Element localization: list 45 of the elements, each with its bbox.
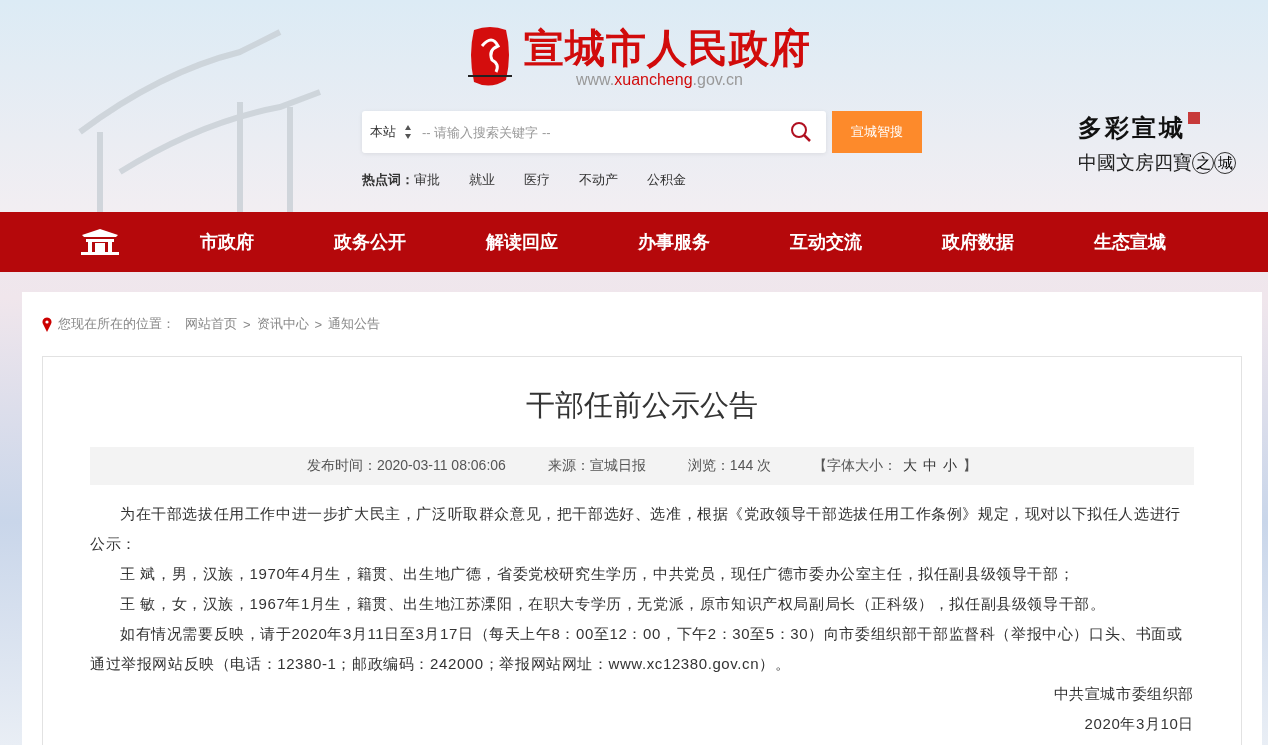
breadcrumb-link[interactable]: 通知公告 (328, 315, 381, 333)
breadcrumb-link[interactable]: 资讯中心 (256, 315, 309, 333)
hot-word-link[interactable]: 医疗 (524, 171, 550, 189)
article-source: 来源：宣城日报 (547, 457, 646, 475)
sort-arrows-icon (404, 124, 412, 140)
breadcrumb-link[interactable]: 网站首页 (185, 315, 237, 333)
font-size-link[interactable]: 大 (903, 457, 918, 475)
hot-word-link[interactable]: 公积金 (647, 171, 686, 189)
nav-link[interactable]: 生态宣城 (1094, 230, 1166, 254)
font-size-link[interactable]: 中 (923, 457, 938, 475)
breadcrumb-separator: > (314, 316, 323, 332)
search-icon[interactable] (790, 121, 812, 143)
breadcrumb-separator: > (243, 316, 251, 332)
article-date: 2020年3月10日 (1083, 714, 1194, 734)
font-size-label: 【字体大小： (813, 457, 898, 475)
site-title: 宣城市人民政府 (524, 25, 811, 71)
slogan-title: 多彩宣城 (1078, 112, 1186, 144)
search-field[interactable]: 本站 -- 请输入搜索关键字 -- (362, 111, 826, 153)
article-title: 干部任前公示公告 (525, 388, 759, 423)
home-icon[interactable] (80, 229, 120, 255)
hot-word-link[interactable]: 就业 (469, 171, 495, 189)
slogan-subtitle: 中國文房四寶 (1078, 151, 1192, 175)
hot-word-link[interactable]: 审批 (414, 171, 440, 189)
site-url: www.xuancheng.gov.cn (576, 71, 744, 89)
article-paragraph: 为在干部选拔任用工作中进一步扩大民主，广泛听取群众意见，把干部选好、选准，根据《党政领导干部选拔任用工作条例》规定，现对以下拟任人选进行公示： (90, 504, 1182, 554)
location-pin-icon (42, 316, 52, 332)
hot-words-label: 热点词： (362, 171, 414, 189)
nav-link[interactable]: 政务公开 (334, 230, 406, 254)
view-count: 浏览：144 次 (687, 457, 772, 475)
seal-icon (1188, 112, 1200, 124)
nav-link[interactable]: 市政府 (200, 230, 254, 254)
article-paragraph: 王 敏，女，汉族，1967年1月生，籍贯、出生地江苏溧阳，在职大专学历，无党派，原市知识产权局副局长（正科级），拟任副县级领导干部。 (119, 594, 1107, 614)
nav-link[interactable]: 办事服务 (638, 230, 710, 254)
nav-link[interactable]: 互动交流 (790, 230, 862, 254)
hot-word-link[interactable]: 不动产 (579, 171, 618, 189)
article-paragraph: 如有情况需要反映，请于2020年3月11日至3月17日（每天上午8：00至12：00，下午2：30至5：30）向市委组织部干部监督科（举报中心）口头、书面或通过举报网站反映（电话：12380-1；邮政编码：242000；举报网站网址：www.xc12380.gov.cn）。 (90, 624, 1184, 674)
nav-link[interactable]: 解读回应 (486, 230, 558, 254)
nav-link[interactable]: 政府数据 (942, 230, 1014, 254)
font-size-link[interactable]: 小 (943, 457, 958, 475)
breadcrumb-label: 您现在所在的位置： (58, 315, 175, 333)
scope-select[interactable]: 本站 (362, 123, 420, 141)
publish-time: 发布时间：2020-03-11 08:06:06 (306, 457, 506, 475)
article-paragraph: 王 斌，男，汉族，1970年4月生，籍贯、出生地广德，省委党校研究生学历，中共党员，现任广德市委办公室主任，拟任副县级领导干部； (119, 564, 1076, 584)
article-signature: 中共宣城市委组织部 (1052, 684, 1194, 704)
bracket: 】 (963, 457, 978, 475)
